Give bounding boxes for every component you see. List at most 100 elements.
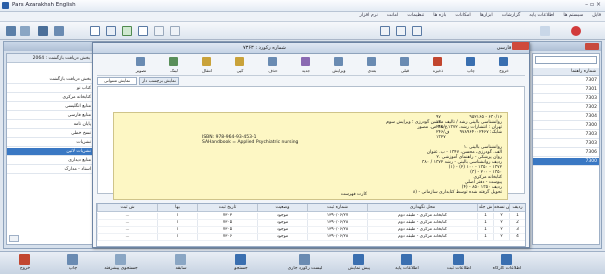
menu-item[interactable]: امکانات: [455, 13, 470, 18]
bottom-button[interactable]: لیست رکورد جاری: [282, 251, 328, 274]
list-item[interactable]: منابع انگلیسی: [7, 103, 93, 111]
toolbar-button-icon[interactable]: [235, 57, 244, 66]
table-row[interactable]: 7303: [533, 131, 599, 139]
toolbar-button-icon[interactable]: [202, 57, 211, 66]
toolbar-button-icon[interactable]: [169, 57, 178, 66]
window-icon[interactable]: [380, 26, 390, 36]
list-item[interactable]: نشریات: [7, 139, 93, 147]
toolbar-button-label[interactable]: ویرایش: [326, 68, 352, 73]
menu-item[interactable]: امانت: [387, 13, 398, 18]
list-item[interactable]: منابع دیداری: [7, 157, 93, 165]
list-item[interactable]: بخش دریافت بازگشت: [7, 76, 93, 84]
toolbar-button-icon[interactable]: [367, 57, 376, 66]
column-header[interactable]: وضعیت: [257, 204, 307, 212]
column-header[interactable]: شماره ثبت: [307, 204, 367, 212]
document-icon[interactable]: [90, 26, 100, 36]
tile-icon[interactable]: [396, 26, 406, 36]
toolbar-button-icon[interactable]: [136, 57, 145, 66]
table-row[interactable]: 3 ۲ 1 کتابخانه مرکزی - طبقه دوم ۱۳۹۰/۰۶/۲۸ مو…: [97, 227, 525, 234]
toolbar-button-label[interactable]: خروج: [491, 68, 517, 73]
column-header[interactable]: ش جلد: [477, 204, 493, 212]
list-item[interactable]: نسخ خطی: [7, 130, 93, 138]
list-icon[interactable]: [106, 26, 116, 36]
table-row[interactable]: 7301: [533, 86, 599, 94]
dialog-close-button[interactable]: [512, 42, 529, 50]
toolbar-button-label[interactable]: تصویر: [128, 68, 154, 73]
table-row[interactable]: 7307: [533, 77, 599, 85]
column-header[interactable]: ردیف: [509, 204, 525, 212]
help-icon[interactable]: [540, 26, 550, 36]
table-row[interactable]: 7302: [533, 104, 599, 112]
table-row[interactable]: 7304: [533, 113, 599, 121]
menu-item[interactable]: بازه ها: [433, 13, 446, 18]
tab-0[interactable]: نمایش متنوانی: [97, 77, 137, 85]
list-item[interactable]: منابع فارسی: [7, 112, 93, 120]
table-row[interactable]: 7303: [533, 95, 599, 103]
list-item[interactable]: نشریات لاتین: [7, 148, 93, 156]
toolbar-button-label[interactable]: لینک: [161, 68, 187, 73]
scroll-left-button[interactable]: [9, 235, 19, 242]
list-item[interactable]: کتاب نو: [7, 85, 93, 93]
toolbar-button-icon[interactable]: [466, 57, 475, 66]
copy-icon[interactable]: [170, 26, 180, 36]
bottom-button[interactable]: اطلاعات ثبت: [436, 251, 482, 274]
toolbar-button-label[interactable]: قبلی: [392, 68, 418, 73]
chart-icon[interactable]: [122, 26, 132, 36]
bottom-button[interactable]: سابقه: [158, 251, 204, 274]
toolbar-button-label[interactable]: کپی: [227, 68, 253, 73]
toolbar-button-label[interactable]: بعدی: [359, 68, 385, 73]
menu-item[interactable]: تنظیمات: [407, 13, 424, 18]
toolbar-button-label[interactable]: جدید: [293, 68, 319, 73]
toolbar-button-label[interactable]: انتقال: [194, 68, 220, 73]
list-item[interactable]: کتابخانه مرکزی: [7, 94, 93, 102]
bottom-button[interactable]: اطلاعات پایه: [384, 251, 430, 274]
toolbar-button-icon[interactable]: [400, 57, 409, 66]
search-input[interactable]: [535, 56, 597, 64]
toolbar-button-icon[interactable]: [301, 57, 310, 66]
bottom-button[interactable]: اطلاعات کارگاه: [484, 251, 530, 274]
table-row[interactable]: 1 ۲ 1 کتابخانه مرکزی - طبقه دوم ۱۳۹۰/۰۶/۲۷ مو…: [97, 213, 525, 220]
bottom-button[interactable]: پیش نمایش: [336, 251, 382, 274]
toolbar-button-icon[interactable]: [334, 57, 343, 66]
grid-icon[interactable]: [54, 26, 64, 36]
bottom-button[interactable]: چاپ: [50, 251, 96, 274]
table-row[interactable]: 7306: [533, 149, 599, 157]
calendar-icon[interactable]: [138, 26, 148, 36]
toolbar-button-label[interactable]: حذف: [260, 68, 286, 73]
folder-icon[interactable]: [20, 26, 30, 36]
toolbar-button-icon[interactable]: [433, 57, 442, 66]
column-header[interactable]: محل نگهداری: [367, 204, 477, 212]
column-header[interactable]: ش نسخه: [493, 204, 509, 212]
table-row[interactable]: 7300: [533, 158, 599, 166]
users-icon[interactable]: [38, 26, 48, 36]
window-controls[interactable]: – ▫ ×: [585, 1, 601, 8]
stop-icon[interactable]: [571, 26, 581, 36]
window-close-icon[interactable]: [585, 43, 599, 50]
menu-item[interactable]: سیستم ها: [563, 13, 583, 18]
toolbar-button-icon[interactable]: [268, 57, 277, 66]
column-header[interactable]: تاریخ ثبت: [197, 204, 257, 212]
toolbar-button-label[interactable]: چاپ: [458, 68, 484, 73]
menu-item[interactable]: ابزارها: [480, 13, 493, 18]
tab-1[interactable]: نمایش برچسب دار: [139, 77, 179, 85]
menu-item[interactable]: نرم افزار: [359, 13, 377, 18]
settings-icon[interactable]: [154, 26, 164, 36]
toolbar-button-icon[interactable]: [499, 57, 508, 66]
column-header[interactable]: ش ثبت: [97, 204, 157, 212]
bottom-button[interactable]: جستجوی پیشرفته: [98, 251, 144, 274]
table-row[interactable]: 4 ۲ 1 کتابخانه مرکزی - طبقه دوم ۱۳۹۰/۰۶/۲۸ مو…: [97, 234, 525, 241]
toolbar-button-label[interactable]: ذخیره: [425, 68, 451, 73]
menu-item[interactable]: فایل: [592, 13, 601, 18]
bottom-button[interactable]: جستجو: [218, 251, 264, 274]
table-row[interactable]: 2 ۲ 1 کتابخانه مرکزی - طبقه دوم ۱۳۹۰/۰۶/۲۸ مو…: [97, 220, 525, 227]
open-icon[interactable]: [6, 26, 16, 36]
menu-item[interactable]: گزارشات: [502, 13, 521, 18]
menu-item[interactable]: اطلاعات پایه: [529, 13, 554, 18]
table-row[interactable]: 7300: [533, 122, 599, 130]
column-header[interactable]: بها: [157, 204, 197, 212]
cascade-icon[interactable]: [412, 26, 422, 36]
list-item[interactable]: پایان نامه: [7, 121, 93, 129]
table-row[interactable]: 7303: [533, 140, 599, 148]
list-item[interactable]: اسناد - مدارک: [7, 166, 93, 174]
bottom-button[interactable]: خروج: [2, 251, 48, 274]
